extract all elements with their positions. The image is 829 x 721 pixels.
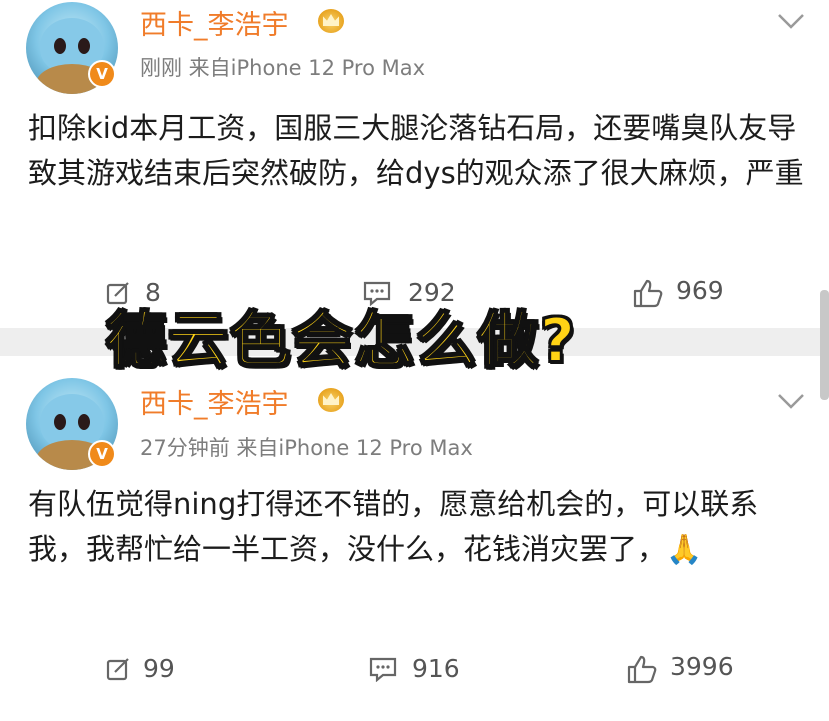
repost-button[interactable]: 99 <box>105 654 185 686</box>
avatar-eye <box>78 414 90 430</box>
crown-icon <box>318 9 344 33</box>
verified-badge-icon: V <box>88 440 116 468</box>
post-card-2: V 西卡_李浩宇 27分钟前 来自iPhone 12 Pro Max 有队伍觉得… <box>0 356 829 721</box>
comment-count: 916 <box>412 654 460 683</box>
like-button[interactable]: 3996 <box>626 652 756 686</box>
post-text: 有队伍觉得ning打得还不错的，愿意给机会的，可以联系我，我帮忙给一半工资，没什… <box>28 487 759 566</box>
avatar-eye <box>78 38 90 54</box>
like-count: 3996 <box>670 652 734 681</box>
repost-count: 99 <box>143 654 175 683</box>
post-text: 扣除kid本月工资，国服三大腿沦落钻石局，还要嘴臭队友导致其游戏结束后突然破防，… <box>28 111 804 190</box>
post-meta: 刚刚 来自iPhone 12 Pro Max <box>140 56 426 80</box>
comment-button[interactable]: 916 <box>368 654 478 686</box>
verified-badge-icon: V <box>88 60 116 88</box>
scrollbar[interactable] <box>820 290 829 400</box>
post-card-1: V 西卡_李浩宇 刚刚 来自iPhone 12 Pro Max 扣除kid本月工… <box>0 0 829 328</box>
like-icon <box>627 655 657 684</box>
avatar-eye <box>54 414 66 430</box>
post-meta: 27分钟前 来自iPhone 12 Pro Max <box>140 436 473 460</box>
chevron-down-icon[interactable] <box>776 390 806 412</box>
chevron-down-icon[interactable] <box>776 10 806 32</box>
overlay-caption: 德云色会怎么做? <box>105 305 577 377</box>
username[interactable]: 西卡_李浩宇 <box>140 3 289 42</box>
avatar-eye <box>54 38 66 54</box>
comment-icon <box>369 657 397 682</box>
username[interactable]: 西卡_李浩宇 <box>140 382 289 421</box>
repost-icon <box>106 658 129 681</box>
crown-icon <box>318 388 344 412</box>
